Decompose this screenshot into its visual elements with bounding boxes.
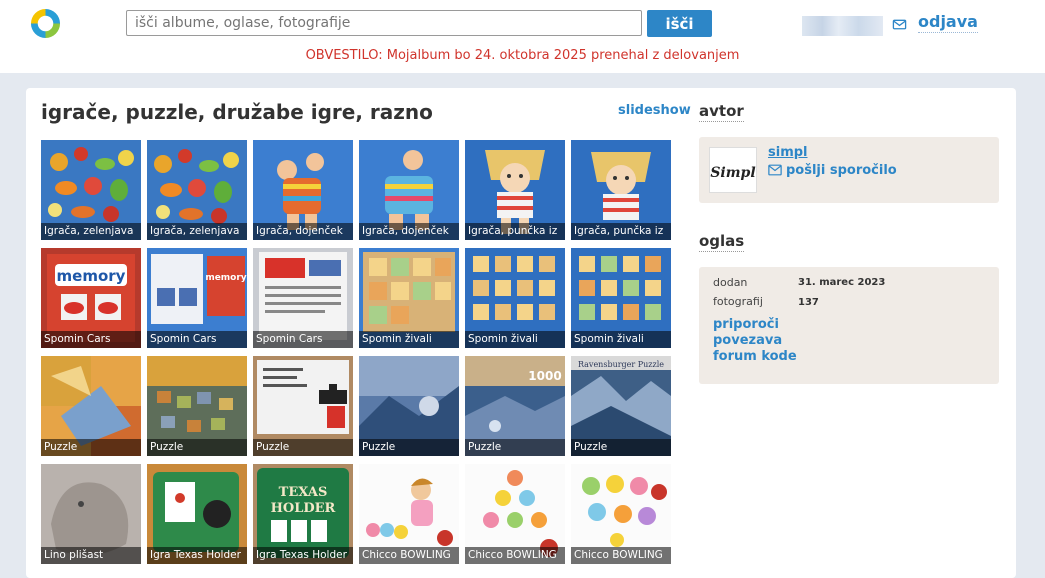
- photo-thumbnail[interactable]: TEXAS HOLDER Igra Texas Holder: [253, 464, 353, 564]
- send-message-link[interactable]: pošlji sporočilo: [768, 163, 897, 178]
- photo-caption: Spomin živali: [359, 331, 459, 348]
- photo-thumbnail[interactable]: Igrača, dojenček: [253, 140, 353, 240]
- photo-caption: Puzzle: [253, 439, 353, 456]
- slideshow-link[interactable]: slideshow: [618, 103, 691, 118]
- svg-text:Ravensburger Puzzle: Ravensburger Puzzle: [578, 360, 664, 369]
- photo-thumbnail[interactable]: Puzzle: [253, 356, 353, 456]
- recommend-link[interactable]: priporoči: [713, 317, 779, 332]
- photo-thumbnail[interactable]: Igrača, dojenček: [359, 140, 459, 240]
- svg-text:memory: memory: [57, 267, 126, 285]
- photo-thumbnail[interactable]: Igrača, zelenjava: [147, 140, 247, 240]
- photo-thumbnail[interactable]: Puzzle: [41, 356, 141, 456]
- photo-caption: Igrača, punčka iz: [571, 223, 671, 240]
- ad-heading: oglas: [699, 232, 745, 252]
- photo-caption: Spomin živali: [571, 331, 671, 348]
- photo-thumbnail[interactable]: Spomin živali: [465, 248, 565, 348]
- logout-link[interactable]: odjava: [918, 12, 978, 33]
- author-name-link[interactable]: simpl: [768, 145, 808, 160]
- photo-thumbnail[interactable]: Ravensburger Puzzle Puzzle: [571, 356, 671, 456]
- photo-caption: Puzzle: [571, 439, 671, 456]
- album-title: igrače, puzzle, družabe igre, razno: [41, 100, 433, 124]
- shutdown-notice: OBVESTILO: Mojalbum bo 24. oktobra 2025 …: [305, 48, 740, 63]
- photo-thumbnail[interactable]: memory Spomin Cars: [41, 248, 141, 348]
- mail-icon: [768, 164, 782, 176]
- mail-icon[interactable]: [892, 17, 907, 32]
- mojalbum-logo[interactable]: [30, 8, 61, 39]
- added-value: 31. marec 2023: [798, 277, 886, 288]
- photo-thumbnail[interactable]: Igra Texas Holder: [147, 464, 247, 564]
- photo-caption: Spomin živali: [465, 331, 565, 348]
- photo-caption: Spomin Cars: [147, 331, 247, 348]
- photo-count-value: 137: [798, 297, 819, 308]
- photo-thumbnail[interactable]: Puzzle: [147, 356, 247, 456]
- photo-thumbnail[interactable]: Puzzle: [359, 356, 459, 456]
- photo-caption: Igrača, zelenjava: [147, 223, 247, 240]
- photo-thumbnail[interactable]: Chicco BOWLING: [359, 464, 459, 564]
- ad-box: dodan 31. marec 2023 fotografij 137 prip…: [699, 267, 999, 384]
- photo-caption: Chicco BOWLING: [571, 547, 671, 564]
- photo-caption: Puzzle: [359, 439, 459, 456]
- photo-count-label: fotografij: [713, 295, 763, 308]
- photo-thumbnail[interactable]: Chicco BOWLING: [571, 464, 671, 564]
- photo-thumbnail[interactable]: Spomin Cars: [253, 248, 353, 348]
- photo-caption: Spomin Cars: [41, 331, 141, 348]
- photo-thumbnail[interactable]: Igrača, punčka iz: [571, 140, 671, 240]
- photo-thumbnail[interactable]: Igrača, punčka iz: [465, 140, 565, 240]
- author-box: Simpl simpl pošlji sporočilo: [699, 137, 999, 203]
- svg-text:1000: 1000: [528, 369, 561, 383]
- photo-caption: Chicco BOWLING: [359, 547, 459, 564]
- photo-caption: Igrača, dojenček: [253, 223, 353, 240]
- svg-text:TEXAS: TEXAS: [279, 485, 328, 500]
- photo-caption: Igrača, zelenjava: [41, 223, 141, 240]
- svg-text:HOLDER: HOLDER: [271, 501, 336, 516]
- avatar-text: Simpl: [710, 165, 755, 181]
- svg-text:memory: memory: [205, 273, 246, 283]
- photo-thumbnail[interactable]: Spomin živali: [571, 248, 671, 348]
- photo-thumbnail[interactable]: Spomin živali: [359, 248, 459, 348]
- photo-caption: Puzzle: [465, 439, 565, 456]
- photo-thumbnail[interactable]: Chicco BOWLING: [465, 464, 565, 564]
- photo-caption: Igrača, punčka iz: [465, 223, 565, 240]
- photo-caption: Igrača, dojenček: [359, 223, 459, 240]
- photo-caption: Igra Texas Holder: [147, 547, 247, 564]
- added-label: dodan: [713, 276, 748, 289]
- photo-thumbnail[interactable]: Lino plišast: [41, 464, 141, 564]
- photo-caption: Igra Texas Holder: [253, 547, 353, 564]
- username-blurred[interactable]: [802, 16, 883, 36]
- photo-caption: Spomin Cars: [253, 331, 353, 348]
- photo-caption: Puzzle: [147, 439, 247, 456]
- avatar[interactable]: Simpl: [709, 147, 757, 193]
- forum-code-link[interactable]: forum kode: [713, 349, 797, 364]
- photo-thumbnail[interactable]: 1000 Puzzle: [465, 356, 565, 456]
- photo-caption: Chicco BOWLING: [465, 547, 565, 564]
- link-link[interactable]: povezava: [713, 333, 782, 348]
- search-button[interactable]: išči: [647, 10, 712, 37]
- avatar-image: Simpl: [710, 165, 755, 181]
- search-input[interactable]: [126, 10, 642, 36]
- photo-thumbnail[interactable]: Igrača, zelenjava: [41, 140, 141, 240]
- author-heading: avtor: [699, 102, 744, 122]
- send-message-label: pošlji sporočilo: [786, 163, 897, 178]
- photo-thumbnail[interactable]: memory Spomin Cars: [147, 248, 247, 348]
- photo-caption: Puzzle: [41, 439, 141, 456]
- photo-caption: Lino plišast: [41, 547, 141, 564]
